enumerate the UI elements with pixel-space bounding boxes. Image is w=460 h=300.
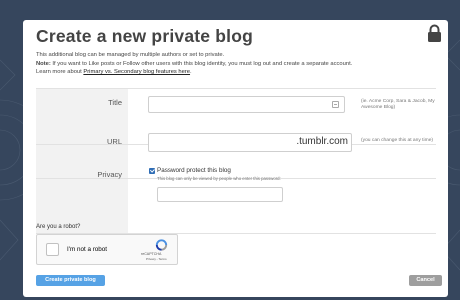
robot-question: Are you a robot?: [36, 224, 81, 230]
page-title: Create a new private blog: [36, 26, 254, 46]
title-label: Title: [108, 98, 122, 107]
note-line: Note: If you want to Like posts or Follo…: [36, 60, 446, 69]
create-private-blog-button[interactable]: Create private blog: [36, 275, 105, 286]
lock-icon: [428, 24, 441, 42]
password-help-text: This blog can only be viewed by people w…: [157, 176, 281, 181]
note-label: Note:: [36, 60, 51, 67]
recaptcha-brand: reCAPTCHA: [141, 252, 162, 256]
cancel-button[interactable]: Cancel: [409, 275, 442, 286]
create-blog-dialog: Create a new private blog This additiona…: [23, 20, 448, 297]
intro-line: This additional blog can be managed by m…: [36, 52, 225, 58]
url-label: URL: [106, 137, 122, 146]
recaptcha-logo-icon: [155, 239, 168, 251]
password-protect-label[interactable]: Password protect this blog: [157, 167, 231, 174]
label-column: [36, 89, 128, 233]
recaptcha-links[interactable]: Privacy - Terms: [146, 257, 167, 261]
recaptcha-checkbox[interactable]: [46, 243, 59, 256]
url-field[interactable]: .tumblr.com: [148, 133, 352, 152]
learn-more-suffix: .: [190, 69, 192, 76]
password-protect-checkbox[interactable]: [149, 168, 155, 174]
url-hint: (you can change this at any time): [361, 138, 434, 143]
blog-features-link[interactable]: Primary vs. Secondary blog features here: [83, 69, 190, 75]
privacy-label: Privacy: [97, 170, 122, 179]
contact-card-icon: [332, 101, 339, 108]
intro-text: This additional blog can be managed by m…: [36, 51, 446, 77]
password-field[interactable]: [157, 187, 283, 202]
learn-more-prefix: Learn more about: [36, 69, 84, 76]
note-text: If you want to Like posts or Follow othe…: [50, 60, 353, 67]
recaptcha-widget: I'm not a robot reCAPTCHA Privacy - Term…: [36, 234, 178, 265]
url-suffix: .tumblr.com: [296, 136, 348, 147]
title-field[interactable]: [148, 96, 345, 113]
learn-more-line: Learn more about Primary vs. Secondary b…: [36, 68, 446, 77]
recaptcha-label: I'm not a robot: [67, 246, 108, 253]
title-hint: (ie. Acme Corp, Sara & Jacob, My Awesome…: [361, 99, 435, 111]
